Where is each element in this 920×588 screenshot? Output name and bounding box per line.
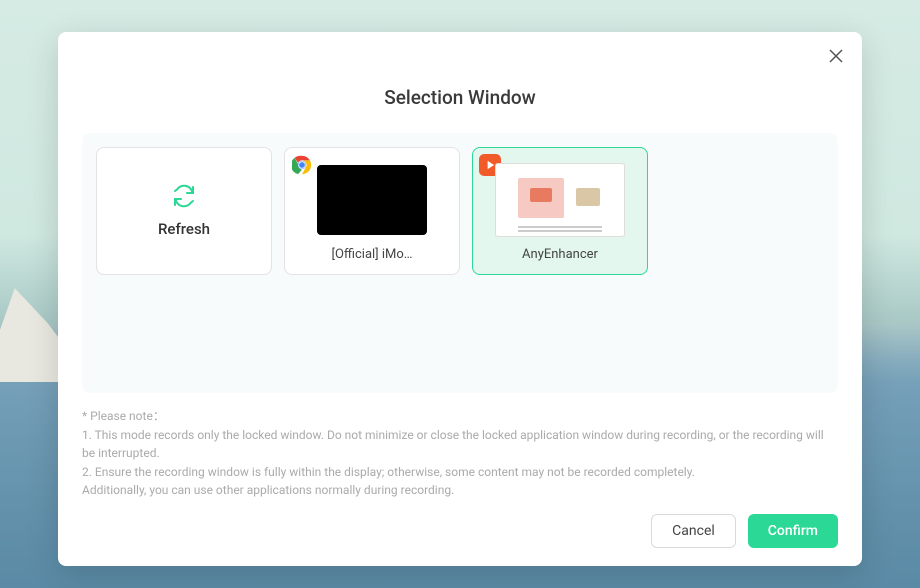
refresh-label: Refresh <box>158 220 210 238</box>
dialog-title: Selection Window <box>82 86 838 109</box>
confirm-button[interactable]: Confirm <box>748 514 838 548</box>
notes-section: * Please note： 1. This mode records only… <box>82 407 838 500</box>
close-icon <box>829 49 843 63</box>
note-line-1: 1. This mode records only the locked win… <box>82 426 838 463</box>
window-selection-grid: Refresh [Official] iMo… <box>82 133 838 393</box>
note-header: * Please note： <box>82 407 838 426</box>
window-label: AnyEnhancer <box>522 247 598 262</box>
note-line-3: Additionally, you can use other applicat… <box>82 481 838 500</box>
selection-window-dialog: Selection Window Refresh <box>58 32 862 566</box>
refresh-card[interactable]: Refresh <box>96 147 272 275</box>
close-button[interactable] <box>826 46 846 66</box>
dialog-button-row: Cancel Confirm <box>82 514 838 548</box>
refresh-icon <box>172 184 196 208</box>
window-label: [Official] iMo… <box>332 247 413 262</box>
note-line-2: 2. Ensure the recording window is fully … <box>82 463 838 482</box>
thumbnail-preview <box>317 165 427 235</box>
thumbnail-preview <box>495 163 625 237</box>
window-card-anyenhancer[interactable]: AnyEnhancer <box>472 147 648 275</box>
window-thumbnail <box>492 161 628 239</box>
window-card-chrome[interactable]: [Official] iMo… <box>284 147 460 275</box>
cancel-button[interactable]: Cancel <box>651 514 736 548</box>
window-thumbnail <box>304 161 440 239</box>
